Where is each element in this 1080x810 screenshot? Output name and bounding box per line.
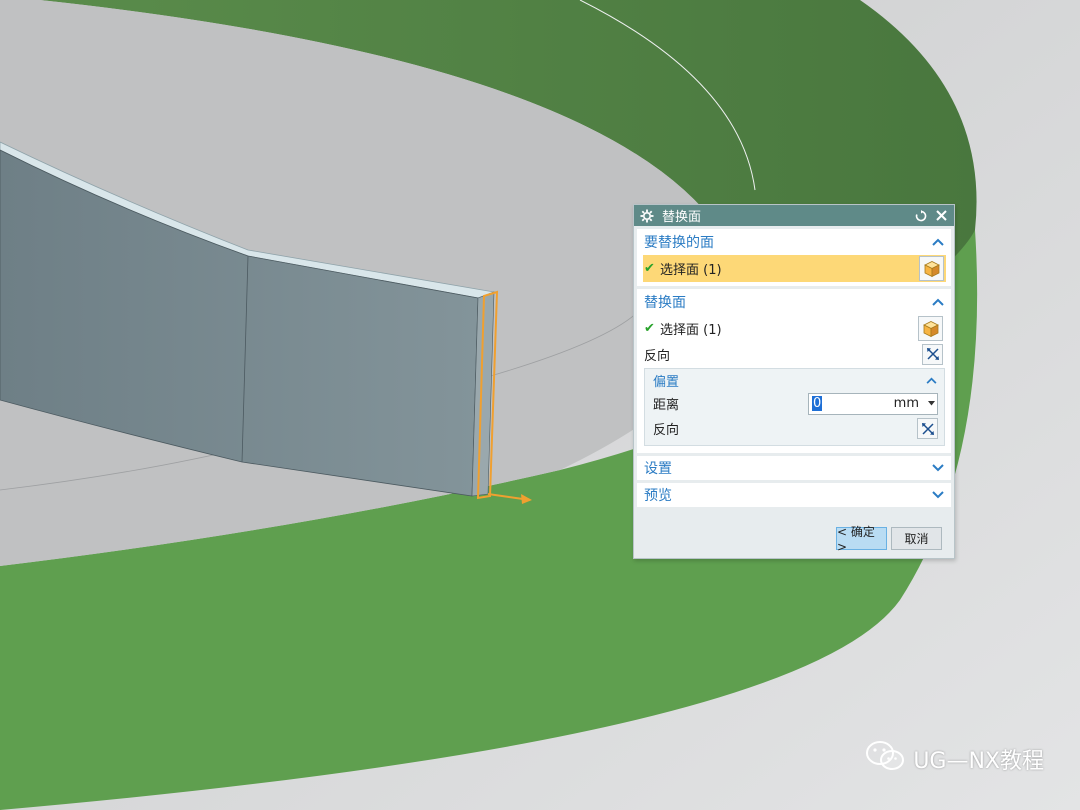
dialog-body: 要替换的面 ✔ 选择面 (1) 替换面 ✔ 选择面 (1) 反向 偏置 距离 0… <box>634 226 954 558</box>
offset-reverse-label: 反向 <box>653 423 680 438</box>
group-replacement-face: 替换面 ✔ 选择面 (1) 反向 偏置 距离 0 mm 反向 <box>637 289 951 453</box>
dialog-title: 替换面 <box>662 210 702 225</box>
group-header[interactable]: 设置 <box>644 456 945 480</box>
ok-button[interactable]: < 确定 > <box>836 525 887 554</box>
check-icon: ✔ <box>644 261 655 276</box>
wechat-icon <box>865 740 905 778</box>
dialog-footer: < 确定 > 取消 <box>836 525 942 554</box>
cancel-button[interactable]: 取消 <box>891 527 942 550</box>
watermark-text: UG—NX教程 <box>913 749 1044 774</box>
group-header[interactable]: 要替换的面 <box>644 229 945 255</box>
check-icon: ✔ <box>644 321 655 336</box>
subgroup-offset: 偏置 距离 0 mm 反向 <box>644 368 945 446</box>
face-select-cube-icon[interactable] <box>918 316 943 341</box>
chevron-up-icon[interactable] <box>931 235 945 249</box>
reset-icon[interactable] <box>914 209 928 223</box>
group-face-to-replace: 要替换的面 ✔ 选择面 (1) <box>637 229 951 286</box>
subgroup-header[interactable]: 偏置 <box>653 369 938 391</box>
chevron-up-icon[interactable] <box>931 295 945 309</box>
close-icon[interactable] <box>934 209 948 223</box>
group-title: 要替换的面 <box>644 235 714 251</box>
group-header[interactable]: 预览 <box>644 483 945 507</box>
reverse-direction-icon[interactable] <box>917 418 938 439</box>
group-title: 设置 <box>644 461 672 477</box>
reverse-direction-row: 反向 <box>644 342 945 366</box>
group-title: 预览 <box>644 488 672 504</box>
face-select-cube-icon[interactable] <box>919 256 944 281</box>
select-face-label: 选择面 (1) <box>660 323 722 338</box>
dialog-titlebar[interactable]: 替换面 <box>634 205 954 226</box>
group-title: 替换面 <box>644 295 686 311</box>
chevron-down-icon[interactable] <box>931 488 945 502</box>
reverse-direction-icon[interactable] <box>922 343 943 365</box>
distance-label: 距离 <box>653 398 680 413</box>
distance-value[interactable]: 0 <box>812 396 823 411</box>
distance-unit: mm <box>893 396 919 411</box>
group-preview: 预览 <box>637 483 951 507</box>
select-face-row[interactable]: ✔ 选择面 (1) <box>643 255 946 282</box>
watermark: UG—NX教程 <box>865 740 1044 778</box>
chevron-down-icon[interactable] <box>925 401 937 406</box>
reverse-label: 反向 <box>644 348 671 364</box>
chevron-down-icon[interactable] <box>931 461 945 475</box>
group-header[interactable]: 替换面 <box>644 289 945 315</box>
subgroup-title: 偏置 <box>653 374 680 390</box>
replace-face-dialog: 替换面 要替换的面 ✔ 选择面 (1) 替换面 ✔ 选择面 (1) 反向 偏置 … <box>633 204 955 559</box>
gear-icon[interactable] <box>640 209 654 223</box>
offset-reverse-row: 反向 <box>653 416 938 441</box>
select-face-label: 选择面 (1) <box>660 263 722 278</box>
distance-input[interactable]: 0 mm <box>808 392 938 415</box>
group-settings: 设置 <box>637 456 951 480</box>
select-face-row[interactable]: ✔ 选择面 (1) <box>644 315 945 342</box>
distance-row: 距离 0 mm <box>653 391 938 416</box>
chevron-up-icon[interactable] <box>924 373 938 387</box>
